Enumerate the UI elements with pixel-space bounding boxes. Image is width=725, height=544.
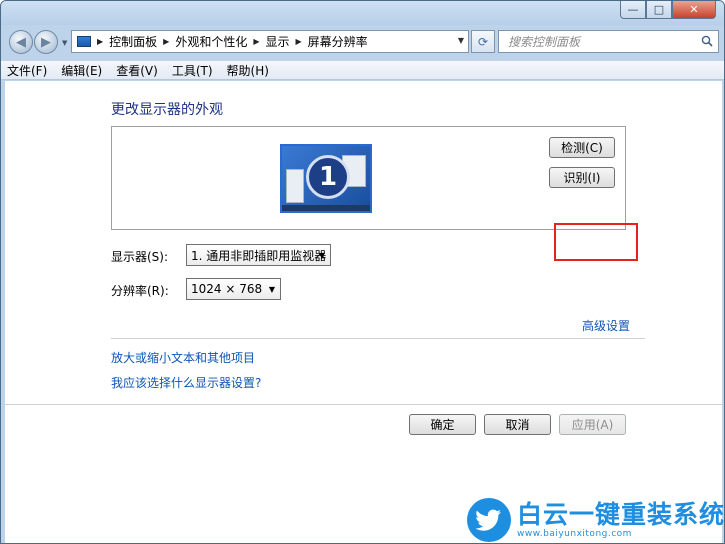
control-panel-icon: [77, 36, 91, 47]
navigation-bar: ◀ ▶ ▼ ▶ 控制面板 ▶ 外观和个性化 ▶ 显示 ▶ 屏幕分辨率 ▼ ⟳ 搜…: [1, 27, 724, 57]
watermark-logo: 白云一键重装系统 www.baiyunxitong.com: [467, 495, 725, 543]
advanced-settings-link[interactable]: 高级设置: [582, 317, 630, 334]
menu-edit[interactable]: 编辑(E): [61, 62, 102, 79]
menu-view[interactable]: 查看(V): [116, 62, 158, 79]
breadcrumb-chevron-icon[interactable]: ▶: [296, 37, 302, 46]
divider: [5, 404, 722, 405]
taskbar-thumbnail: [282, 205, 370, 211]
watermark-text: 白云一键重装系统 www.baiyunxitong.com: [517, 500, 725, 540]
breadcrumb-appearance[interactable]: 外观和个性化: [175, 33, 247, 50]
page-title: 更改显示器的外观: [111, 102, 223, 118]
back-button[interactable]: ◀: [9, 30, 33, 54]
menu-bar: 文件(F) 编辑(E) 查看(V) 工具(T) 帮助(H): [1, 60, 724, 80]
display-label: 显示器(S):: [111, 250, 169, 264]
resolution-select[interactable]: 1024 × 768 ▼: [186, 278, 281, 300]
resolution-label: 分辨率(R):: [111, 284, 169, 298]
menu-tools[interactable]: 工具(T): [172, 62, 213, 79]
apply-button[interactable]: 应用(A): [559, 414, 626, 435]
menu-help[interactable]: 帮助(H): [227, 62, 269, 79]
close-button[interactable]: ✕: [672, 1, 716, 19]
forward-arrow-icon: ▶: [41, 34, 51, 50]
refresh-button[interactable]: ⟳: [471, 30, 495, 53]
address-bar[interactable]: ▶ 控制面板 ▶ 外观和个性化 ▶ 显示 ▶ 屏幕分辨率 ▼: [71, 30, 469, 53]
menu-file[interactable]: 文件(F): [7, 62, 47, 79]
window-controls: — □ ✕: [620, 1, 716, 19]
maximize-button[interactable]: □: [646, 1, 672, 19]
breadcrumb-chevron-icon[interactable]: ▶: [253, 37, 259, 46]
minimize-button[interactable]: —: [620, 1, 646, 19]
chevron-down-icon: ▼: [318, 251, 325, 260]
breadcrumb-chevron-icon[interactable]: ▶: [97, 37, 103, 46]
content-area: 更改显示器的外观 1 检测(C) 识别(I) 显示器(S): 1. 通用非即插即…: [5, 81, 722, 543]
resolution-select-value: 1024 × 768: [191, 282, 263, 296]
text-size-link[interactable]: 放大或缩小文本和其他项目: [111, 349, 255, 366]
monitor-1-icon[interactable]: 1: [280, 144, 372, 213]
display-select[interactable]: 1. 通用非即插即用监视器 ▼: [186, 244, 331, 266]
monitor-number-badge: 1: [306, 155, 350, 199]
twitter-bird-icon: [476, 509, 501, 531]
breadcrumb-display[interactable]: 显示: [266, 33, 290, 50]
search-input[interactable]: 搜索控制面板: [498, 30, 719, 53]
title-bar: — □ ✕: [1, 1, 724, 25]
screen-resolution-window: — □ ✕ ◀ ▶ ▼ ▶ 控制面板 ▶ 外观和个性化 ▶ 显示 ▶ 屏幕分辨率…: [0, 0, 725, 544]
window-thumbnail-icon: [286, 169, 304, 203]
divider: [111, 338, 645, 339]
breadcrumb-control-panel[interactable]: 控制面板: [109, 33, 157, 50]
identify-button[interactable]: 识别(I): [549, 167, 615, 188]
ok-button[interactable]: 确定: [409, 414, 476, 435]
watermark-url: www.baiyunxitong.com: [517, 529, 632, 539]
display-help-link[interactable]: 我应该选择什么显示器设置?: [111, 374, 261, 391]
watermark-chinese: 白云一键重装系统: [517, 500, 725, 529]
highlight-box: [554, 223, 638, 261]
bird-icon: [467, 498, 511, 542]
display-select-value: 1. 通用非即插即用监视器: [191, 248, 327, 263]
search-placeholder: 搜索控制面板: [508, 35, 581, 49]
detect-button[interactable]: 检测(C): [549, 137, 615, 158]
recent-pages-dropdown[interactable]: ▼: [62, 39, 67, 47]
monitor-preview-panel: 1 检测(C) 识别(I): [111, 126, 626, 230]
cancel-button[interactable]: 取消: [484, 414, 551, 435]
address-dropdown-icon[interactable]: ▼: [458, 36, 464, 45]
breadcrumb-screen-resolution[interactable]: 屏幕分辨率: [308, 33, 368, 50]
refresh-icon: ⟳: [477, 34, 489, 49]
breadcrumb-chevron-icon[interactable]: ▶: [163, 37, 169, 46]
back-arrow-icon: ◀: [16, 34, 26, 50]
forward-button[interactable]: ▶: [34, 30, 58, 54]
chevron-down-icon: ▼: [268, 285, 275, 294]
search-icon[interactable]: [701, 35, 713, 47]
